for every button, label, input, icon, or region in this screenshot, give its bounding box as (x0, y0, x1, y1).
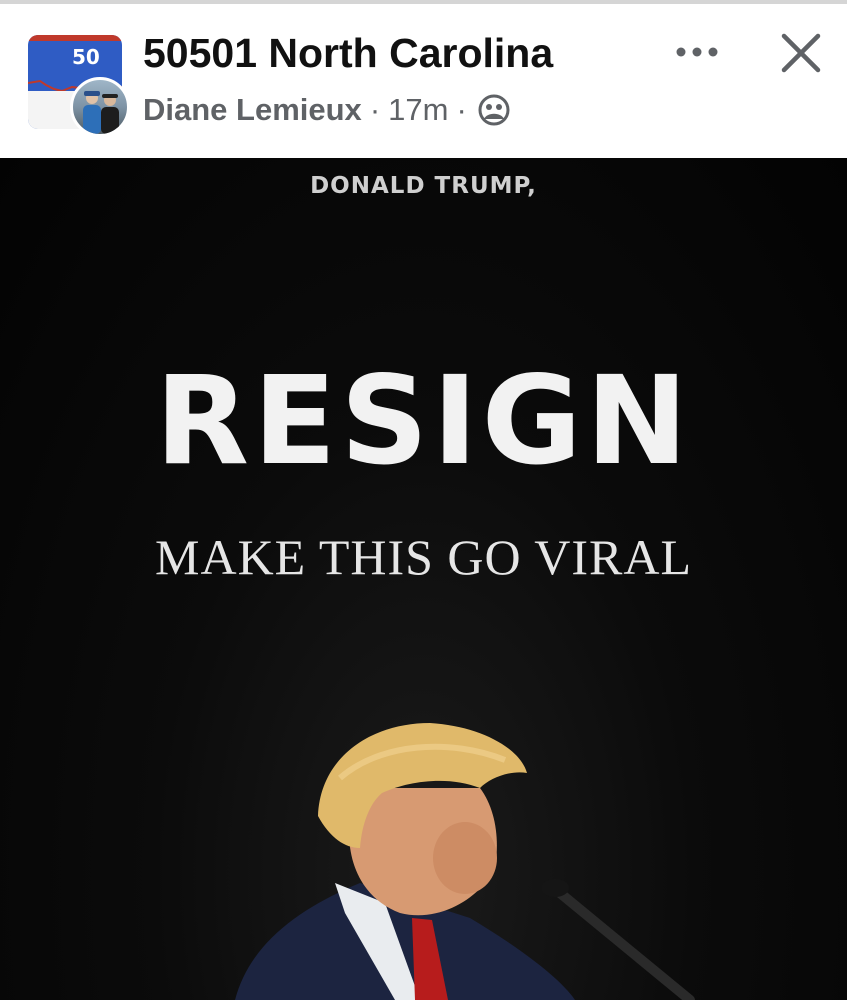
group-privacy-icon[interactable] (477, 93, 511, 127)
image-subtitle: DONALD TRUMP, (310, 173, 537, 199)
group-name[interactable]: 50501 North Carolina (143, 30, 553, 77)
close-icon (781, 33, 821, 73)
meta-separator: · (456, 92, 467, 127)
meta-separator: · (369, 92, 381, 127)
image-tagline: MAKE THIS GO VIRAL (155, 529, 692, 585)
person-photo (235, 723, 695, 1000)
image-headline: RESIGN (155, 350, 692, 492)
people-photo-icon (83, 91, 119, 134)
close-button[interactable] (776, 28, 826, 78)
group-avatar-text: 50 (72, 45, 100, 69)
post-image[interactable]: DONALD TRUMP, RESIGN MAKE THIS GO VIRAL (0, 158, 847, 1000)
more-options-button[interactable] (672, 34, 722, 70)
post-timestamp[interactable]: 17m (388, 92, 448, 128)
post-header: 50 50501 North Carolina Diane Lemieux · … (0, 4, 847, 158)
avatar-red-band (28, 35, 122, 41)
more-options-icon (676, 47, 718, 57)
author-name[interactable]: Diane Lemieux (143, 92, 362, 128)
post-meta: Diane Lemieux · 17m · (143, 89, 511, 131)
author-avatar[interactable] (70, 77, 130, 137)
